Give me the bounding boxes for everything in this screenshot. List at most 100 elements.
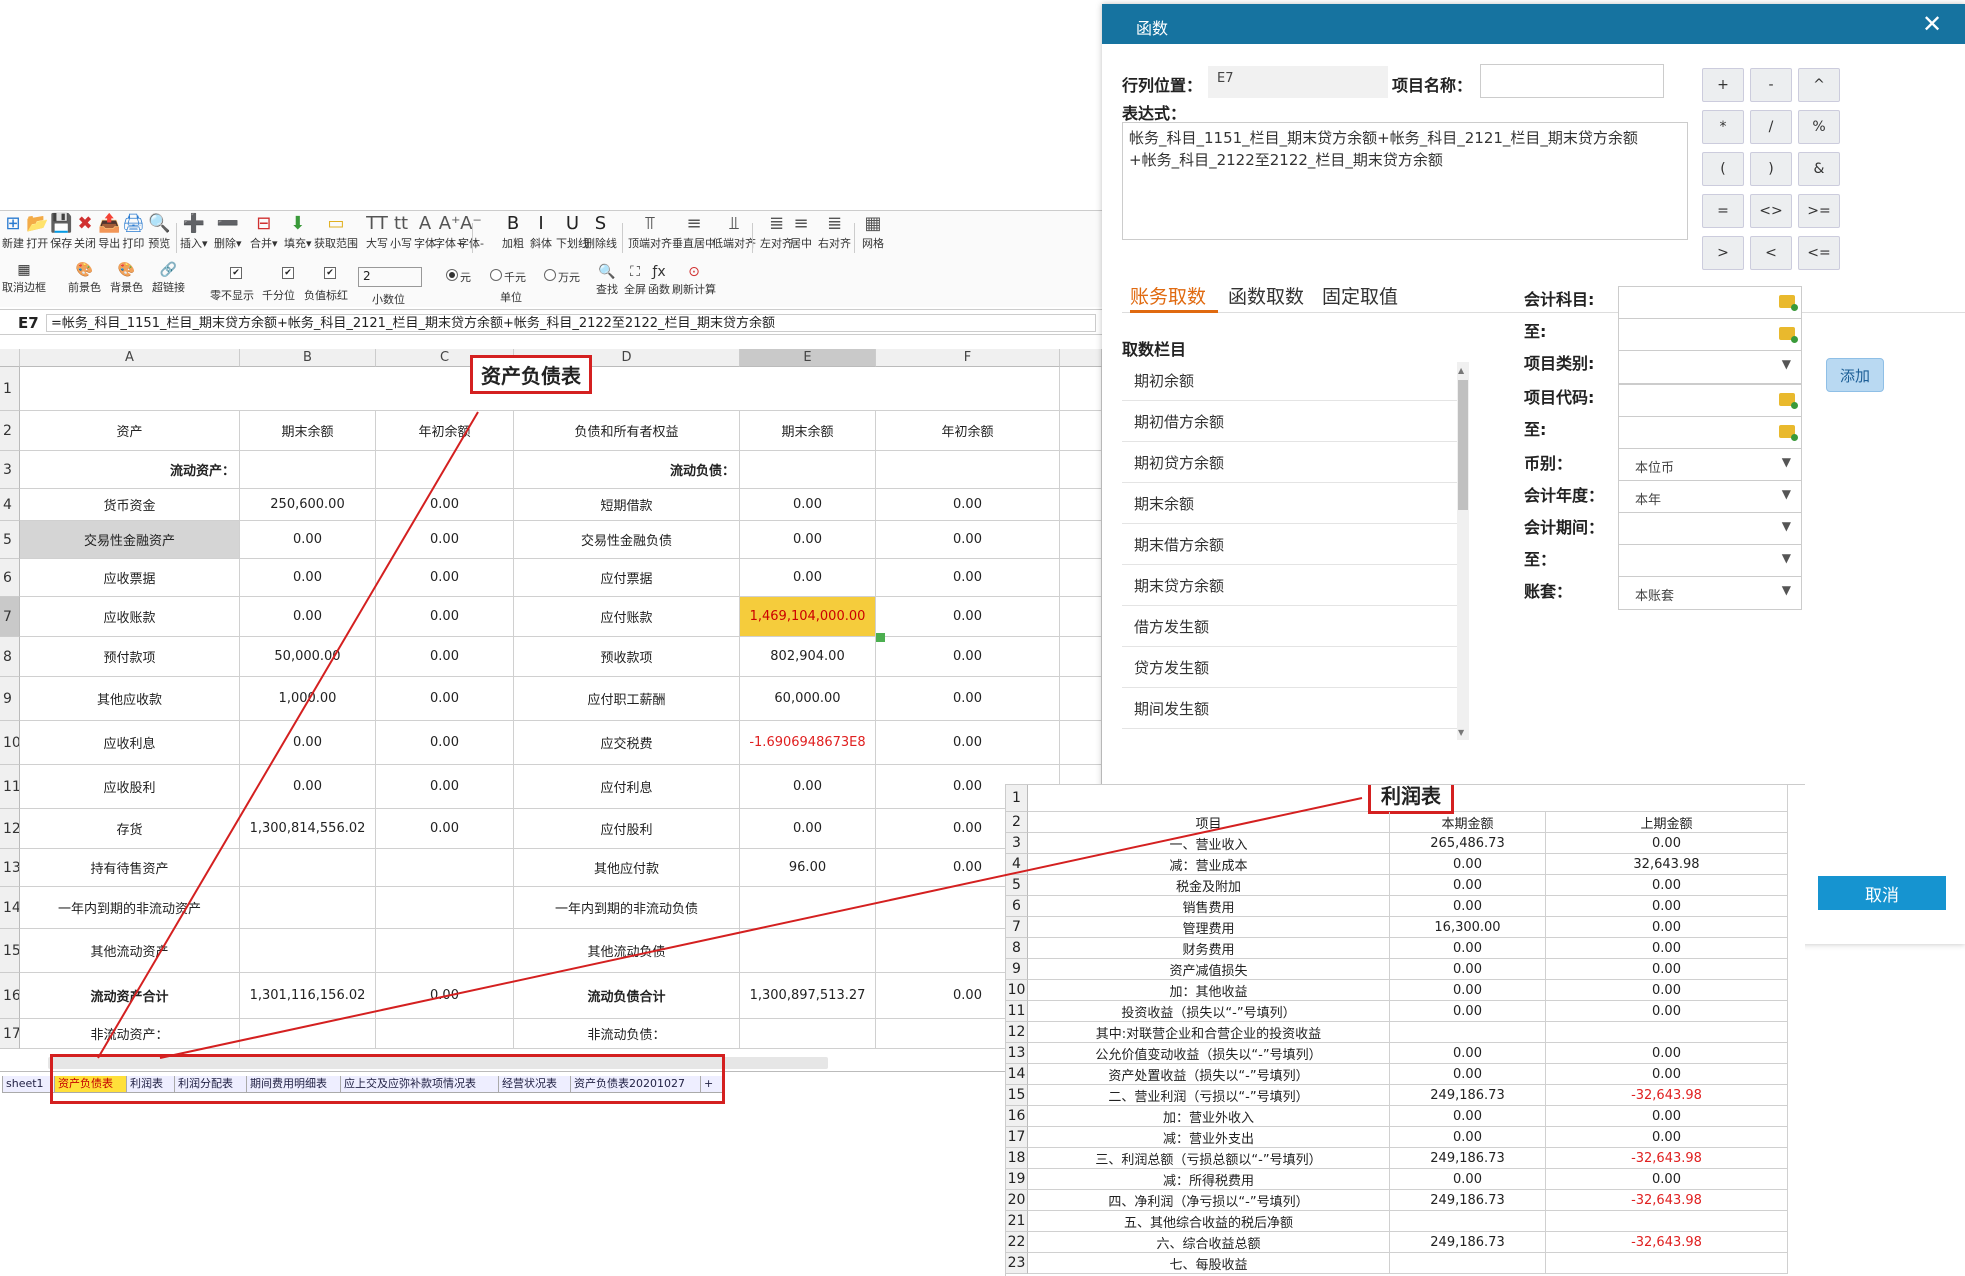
table-cell[interactable] (1060, 677, 1102, 721)
row-header[interactable]: 8 (1006, 938, 1028, 959)
table-cell[interactable] (740, 1019, 876, 1049)
operator-button[interactable]: <> (1750, 194, 1792, 228)
table-cell[interactable] (240, 1019, 376, 1049)
row-header[interactable]: 4 (0, 489, 20, 521)
table-cell[interactable] (1060, 637, 1102, 677)
fill-handle[interactable] (876, 633, 885, 642)
table-cell[interactable]: 249,186.73 (1390, 1232, 1546, 1253)
table-cell[interactable]: 公允价值变动收益（损失以“-”号填列） (1028, 1043, 1390, 1064)
field-list-item[interactable]: 贷方发生额 (1122, 647, 1468, 688)
table-cell[interactable]: 0.00 (1546, 875, 1788, 896)
table-cell[interactable]: 0.00 (876, 559, 1060, 597)
table-cell[interactable]: 96.00 (740, 849, 876, 887)
table-cell[interactable]: 0.00 (1546, 1106, 1788, 1127)
table-cell[interactable] (376, 1019, 514, 1049)
header-cell[interactable]: 期末余额 (240, 411, 376, 451)
operator-button[interactable]: ( (1702, 152, 1744, 186)
toolbar-item[interactable]: ▦ 网格 (862, 213, 884, 251)
dialog-tab[interactable]: 函数取数 (1228, 282, 1304, 309)
table-cell[interactable]: 管理费用 (1028, 917, 1390, 938)
toolbar-item[interactable]: ≡ 居中 (790, 213, 812, 251)
column-header[interactable]: E (740, 349, 876, 367)
column-header[interactable] (1060, 349, 1102, 367)
toolbar-item[interactable]: A 字体 (414, 213, 436, 251)
folder-icon[interactable] (1779, 295, 1798, 311)
table-cell[interactable]: 0.00 (876, 597, 1060, 637)
table-cell[interactable]: 0.00 (1390, 1064, 1546, 1085)
toolbar-item[interactable]: ⫫ 低端对齐 (712, 213, 756, 251)
table-cell[interactable]: 0.00 (1390, 980, 1546, 1001)
table-cell[interactable]: 249,186.73 (1390, 1148, 1546, 1169)
period-to-select[interactable]: ▼ (1618, 544, 1802, 578)
table-cell[interactable]: 0.00 (1546, 1064, 1788, 1085)
table-cell[interactable]: 0.00 (876, 521, 1060, 559)
table-cell[interactable]: 0.00 (1546, 959, 1788, 980)
operator-button[interactable]: > (1702, 236, 1744, 270)
checkbox[interactable]: ✔ (282, 267, 294, 279)
table-cell[interactable] (240, 849, 376, 887)
table-cell[interactable]: 三、利润总额（亏损总额以“-”号填列） (1028, 1148, 1390, 1169)
table-cell[interactable]: 其他流动负债 (514, 929, 740, 973)
row-header[interactable]: 13 (1006, 1043, 1028, 1064)
table-cell[interactable]: 0.00 (1546, 1043, 1788, 1064)
table-cell[interactable]: 0.00 (1546, 938, 1788, 959)
table-cell[interactable]: 1,301,116,156.02 (240, 973, 376, 1019)
table-cell[interactable] (376, 887, 514, 929)
unit-radio[interactable] (490, 269, 502, 281)
toolbar-item[interactable]: ▦ 取消边框 (2, 261, 46, 295)
table-cell[interactable] (1546, 1253, 1788, 1274)
table-cell[interactable]: 销售费用 (1028, 896, 1390, 917)
field-list-item[interactable]: 期末借方余额 (1122, 524, 1468, 565)
table-cell[interactable]: 0.00 (876, 677, 1060, 721)
table-cell[interactable]: 0.00 (1390, 854, 1546, 875)
table-cell[interactable] (1060, 411, 1102, 451)
table-cell[interactable]: 其他流动资产 (20, 929, 240, 973)
table-cell[interactable]: 0.00 (1390, 1106, 1546, 1127)
unit-radio[interactable] (446, 269, 458, 281)
operator-button[interactable]: * (1702, 110, 1744, 144)
cancel-button[interactable]: 取消 (1818, 876, 1946, 910)
row-header[interactable]: 18 (1006, 1148, 1028, 1169)
table-cell[interactable]: 0.00 (1546, 1169, 1788, 1190)
table-cell[interactable]: 其中:对联营企业和合营企业的投资收益 (1028, 1022, 1390, 1043)
row-header[interactable]: 5 (0, 521, 20, 559)
table-cell[interactable]: 0.00 (740, 809, 876, 849)
table-cell[interactable] (240, 451, 376, 489)
table-cell[interactable]: 短期借款 (514, 489, 740, 521)
period-select[interactable]: ▼ (1618, 512, 1802, 546)
toolbar-item[interactable]: ƒx 函数 (648, 263, 670, 297)
item-type-select[interactable]: ▼ (1618, 350, 1802, 384)
table-cell[interactable]: 非流动负债： (514, 1019, 740, 1049)
table-cell[interactable] (1060, 559, 1102, 597)
table-cell[interactable]: 0.00 (740, 521, 876, 559)
expression-textarea[interactable]: 帐务_科目_1151_栏目_期末贷方余额+帐务_科目_2121_栏目_期末贷方余… (1122, 122, 1688, 240)
folder-icon[interactable] (1779, 327, 1798, 343)
toolbar-item[interactable]: tt 小写 (390, 213, 412, 251)
table-cell[interactable]: 0.00 (1546, 896, 1788, 917)
table-cell[interactable]: 0.00 (1390, 1043, 1546, 1064)
toolbar-item[interactable]: 📂 打开 (26, 213, 48, 251)
row-header[interactable]: 14 (1006, 1064, 1028, 1085)
row-header[interactable]: 5 (1006, 875, 1028, 896)
table-cell[interactable]: 0.00 (1390, 875, 1546, 896)
row-header[interactable]: 17 (1006, 1127, 1028, 1148)
account-to-input[interactable] (1618, 318, 1802, 352)
table-cell[interactable]: 六、综合收益总额 (1028, 1232, 1390, 1253)
table-cell[interactable]: 交易性金融负债 (514, 521, 740, 559)
table-cell[interactable]: 0.00 (1390, 938, 1546, 959)
table-cell[interactable]: 减：所得税费用 (1028, 1169, 1390, 1190)
row-header[interactable]: 13 (0, 849, 20, 887)
scroll-down-icon[interactable]: ▼ (1458, 728, 1464, 737)
table-cell[interactable]: 0.00 (376, 721, 514, 765)
account-input[interactable] (1618, 286, 1802, 320)
scroll-up-icon[interactable]: ▲ (1458, 366, 1464, 375)
table-cell[interactable]: 0.00 (376, 809, 514, 849)
checkbox[interactable]: ✔ (230, 267, 242, 279)
table-cell[interactable]: 265,486.73 (1390, 833, 1546, 854)
operator-button[interactable]: - (1750, 68, 1792, 102)
toolbar-item[interactable]: ⊙ 刷新计算 (672, 263, 716, 297)
table-cell[interactable]: 应收账款 (20, 597, 240, 637)
book-select[interactable]: 本账套 ▼ (1618, 576, 1802, 610)
table-cell[interactable]: 0.00 (240, 597, 376, 637)
operator-button[interactable]: = (1702, 194, 1744, 228)
